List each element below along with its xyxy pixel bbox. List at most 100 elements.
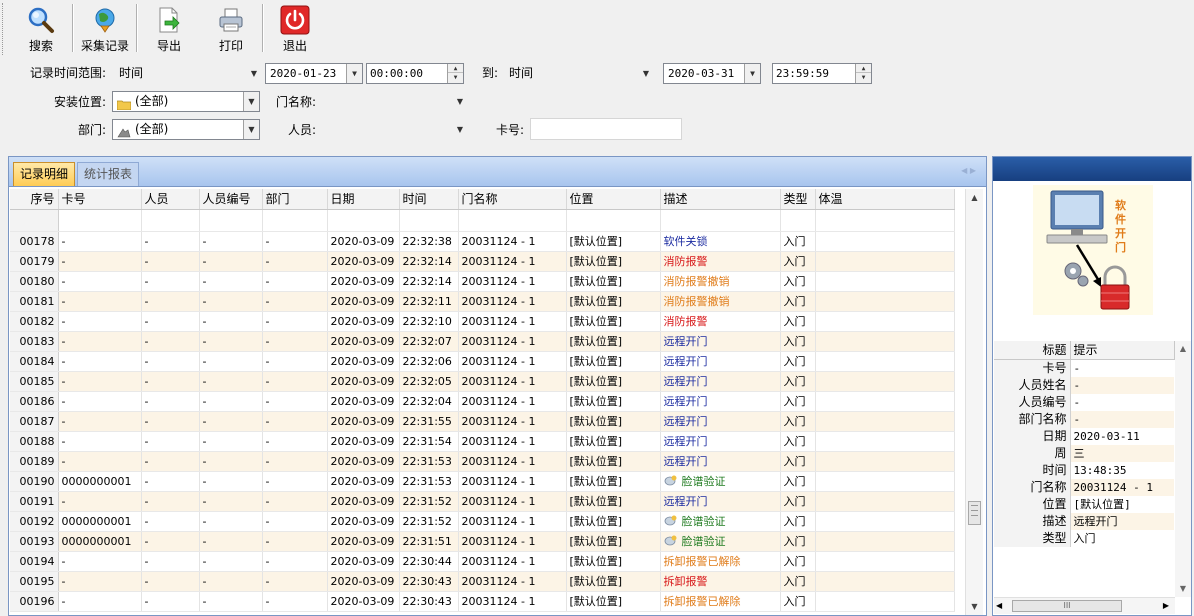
detail-header-key[interactable]: 标题	[994, 341, 1071, 360]
chevron-down-icon[interactable]: ▼	[243, 120, 259, 139]
department-select[interactable]: (全部) ▼	[112, 119, 260, 140]
spin-buttons[interactable]: ▲ ▼	[447, 64, 463, 83]
filter-cell[interactable]	[399, 209, 459, 232]
collect-records-button[interactable]: 采集记录	[74, 0, 136, 56]
table-row[interactable]: 00191- - - -2020-03-09 22:31:52 20031124 - 1[…	[10, 491, 955, 512]
detail-row[interactable]: 周三	[994, 444, 1174, 462]
detail-row[interactable]: 人员姓名 -	[994, 376, 1174, 394]
time-type-from-select[interactable]: 时间 ▼	[114, 63, 262, 84]
table-row[interactable]: 00180- - - -2020-03-09 22:32:14 20031124 - 1[…	[10, 271, 955, 292]
column-header[interactable]: 人员编号	[199, 189, 263, 210]
scroll-left-icon[interactable]: ◀	[996, 598, 1002, 614]
column-header[interactable]: 部门	[262, 189, 328, 210]
scroll-down-icon[interactable]: ▼	[966, 598, 983, 615]
filter-cell[interactable]	[458, 209, 567, 232]
location-select[interactable]: (全部) ▼	[112, 91, 260, 112]
detail-row[interactable]: 日期 2020-03-11	[994, 427, 1174, 445]
filter-cell[interactable]	[262, 209, 328, 232]
detail-header-value[interactable]: 提示	[1070, 341, 1175, 360]
spin-buttons[interactable]: ▲ ▼	[855, 64, 871, 83]
dept-cell: -	[262, 531, 328, 552]
scroll-thumb[interactable]: III	[1012, 600, 1122, 612]
table-row[interactable]: 00178- - - -2020-03-09 22:32:38 20031124 - 1[…	[10, 231, 955, 252]
door-select[interactable]: ▼	[320, 91, 468, 112]
table-row[interactable]: 00183- - - -2020-03-09 22:32:07 20031124 - 1[…	[10, 331, 955, 352]
column-header[interactable]: 体温	[815, 189, 955, 210]
table-row[interactable]: 00184- - - -2020-03-09 22:32:06 20031124 - 1[…	[10, 351, 955, 372]
print-button[interactable]: 打印	[200, 0, 262, 56]
chevron-down-icon[interactable]: ▼	[243, 92, 259, 111]
filter-cell[interactable]	[815, 209, 955, 232]
tab-record-details[interactable]: 记录明细	[13, 162, 76, 186]
scroll-right-icon[interactable]: ▶	[1163, 598, 1169, 614]
spin-down-icon[interactable]: ▼	[856, 73, 871, 82]
table-row[interactable]: 00179- - - -2020-03-09 22:32:14 20031124 - 1[…	[10, 251, 955, 272]
table-row[interactable]: 00182- - - -2020-03-09 22:32:10 20031124 - 1[…	[10, 311, 955, 332]
export-button[interactable]: 导出	[138, 0, 200, 56]
time-type-to-select[interactable]: 时间 ▼	[504, 63, 654, 84]
card-input[interactable]	[530, 118, 682, 140]
scroll-up-icon[interactable]: ▲	[966, 189, 983, 206]
detail-row[interactable]: 类型 入门	[994, 529, 1174, 547]
chevron-down-icon[interactable]: ▼	[346, 64, 362, 83]
table-row[interactable]: 00195- - - -2020-03-09 22:30:43 20031124 - 1[…	[10, 571, 955, 592]
column-header[interactable]: 卡号	[58, 189, 142, 210]
table-row[interactable]: 00194- - - -2020-03-09 22:30:44 20031124 - 1[…	[10, 551, 955, 572]
time-to-spinner[interactable]: 23:59:59 ▲ ▼	[772, 63, 872, 84]
row-number-cell: 00184	[10, 351, 59, 372]
detail-row[interactable]: 卡号 -	[994, 359, 1174, 377]
detail-row[interactable]: 部门名称 -	[994, 410, 1174, 428]
table-row[interactable]: 00188- - - -2020-03-09 22:31:54 20031124 - 1[…	[10, 431, 955, 452]
table-row[interactable]: 00186- - - -2020-03-09 22:32:04 20031124 - 1[…	[10, 391, 955, 412]
date-from-picker[interactable]: 2020-01-23 ▼	[265, 63, 363, 84]
spin-up-icon[interactable]: ▲	[448, 64, 463, 73]
chevron-down-icon[interactable]: ▼	[744, 64, 760, 83]
filter-cell[interactable]	[141, 209, 200, 232]
column-header[interactable]: 时间	[399, 189, 459, 210]
exit-button[interactable]: 退出	[264, 0, 326, 56]
spin-down-icon[interactable]: ▼	[448, 73, 463, 82]
column-header[interactable]: 位置	[566, 189, 661, 210]
detail-horizontal-scrollbar[interactable]: ◀ III ▶	[994, 597, 1175, 614]
column-header[interactable]: 日期	[327, 189, 400, 210]
filter-cell[interactable]	[199, 209, 263, 232]
table-row[interactable]: 00189- - - -2020-03-09 22:31:53 20031124 - 1[…	[10, 451, 955, 472]
column-header[interactable]: 人员	[141, 189, 200, 210]
type-cell: 入门	[780, 371, 816, 392]
filter-cell[interactable]	[566, 209, 661, 232]
filter-cell[interactable]	[780, 209, 816, 232]
toolbar-grip[interactable]	[2, 3, 8, 55]
table-row[interactable]: 00185- - - -2020-03-09 22:32:05 20031124 - 1[…	[10, 371, 955, 392]
spin-up-icon[interactable]: ▲	[856, 64, 871, 73]
filter-cell[interactable]	[660, 209, 781, 232]
search-button[interactable]: 搜索	[10, 0, 72, 56]
scroll-up-icon[interactable]: ▲	[1175, 341, 1191, 357]
detail-row[interactable]: 门名称 20031124 - 1	[994, 478, 1174, 496]
table-row[interactable]: 00187- - - -2020-03-09 22:31:55 20031124 - 1[…	[10, 411, 955, 432]
detail-row[interactable]: 人员编号 -	[994, 393, 1174, 411]
column-header[interactable]: 类型	[780, 189, 816, 210]
table-row[interactable]: 00190 0000000001- - -2020-03-09 22:31:53 2003…	[10, 471, 955, 492]
vertical-scrollbar[interactable]: ▲ ▼	[965, 189, 983, 615]
detail-vertical-scrollbar[interactable]: ▲ ▼	[1175, 341, 1191, 597]
table-row[interactable]: 00193 0000000001- - -2020-03-09 22:31:51 2003…	[10, 531, 955, 552]
time-from-spinner[interactable]: 00:00:00 ▲ ▼	[366, 63, 464, 84]
filter-row[interactable]	[10, 209, 955, 232]
filter-cell[interactable]	[58, 209, 142, 232]
table-row[interactable]: 00181- - - -2020-03-09 22:32:11 20031124 - 1[…	[10, 291, 955, 312]
detail-row[interactable]: 描述 远程开门	[994, 512, 1174, 530]
column-header[interactable]: 门名称	[458, 189, 567, 210]
table-row[interactable]: 00192 0000000001- - -2020-03-09 22:31:52 2003…	[10, 511, 955, 532]
column-header[interactable]: 序号	[10, 189, 59, 210]
table-row[interactable]: 00196- - - -2020-03-09 22:30:43 20031124 - 1[…	[10, 591, 955, 612]
tab-nav-arrows-icon[interactable]: ◀ ▶	[961, 166, 976, 175]
detail-row[interactable]: 时间 13:48:35	[994, 461, 1174, 479]
detail-row[interactable]: 位置 [默认位置]	[994, 495, 1174, 513]
scroll-down-icon[interactable]: ▼	[1175, 581, 1191, 597]
date-to-picker[interactable]: 2020-03-31 ▼	[663, 63, 761, 84]
column-header[interactable]: 描述	[660, 189, 781, 210]
scroll-thumb[interactable]	[968, 501, 981, 525]
person-select[interactable]: ▼	[320, 119, 468, 140]
tab-statistics-report[interactable]: 统计报表	[77, 162, 140, 186]
filter-cell[interactable]	[327, 209, 400, 232]
